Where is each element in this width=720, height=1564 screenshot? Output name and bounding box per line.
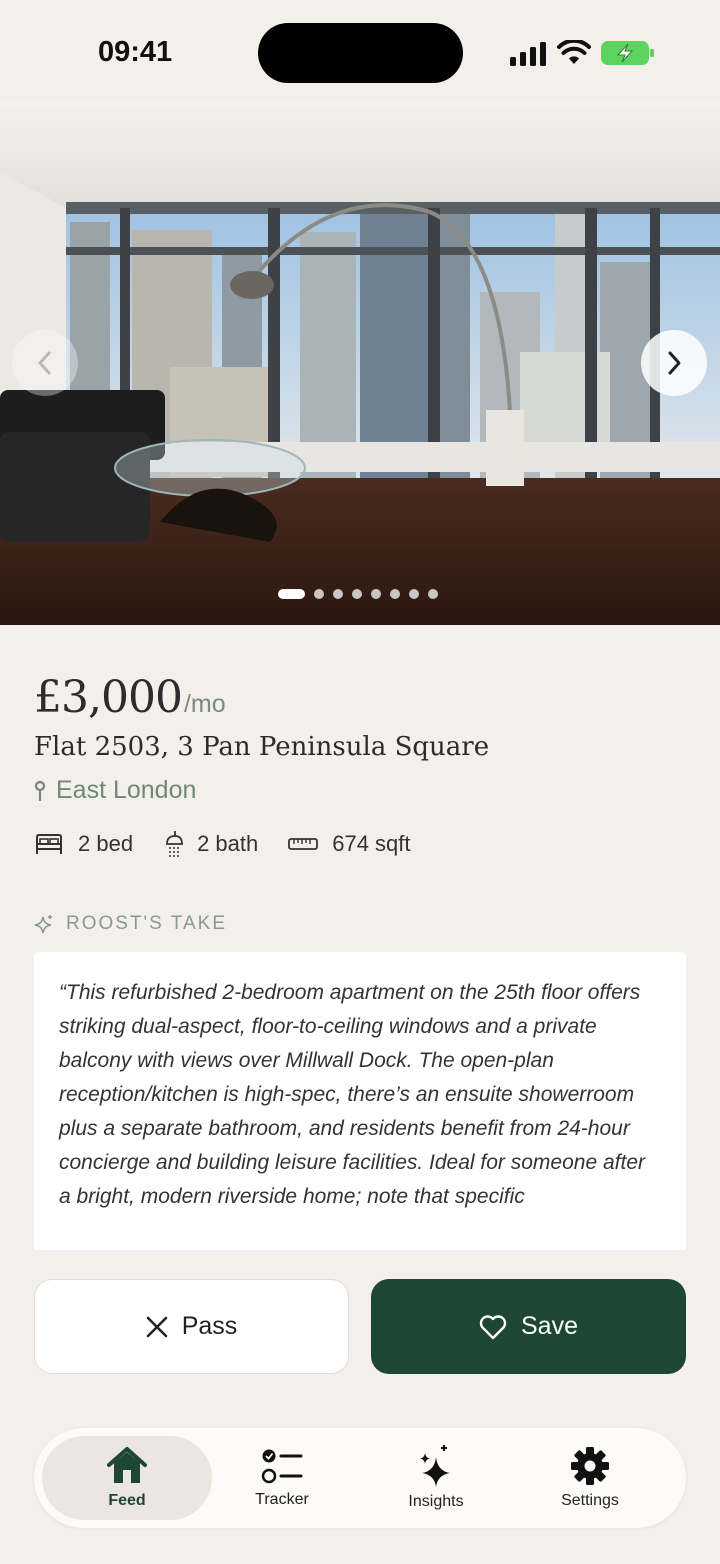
price-unit: /mo <box>183 690 226 718</box>
tab-settings-label: Settings <box>561 1492 619 1509</box>
area-label: East London <box>56 776 197 804</box>
tab-feed-label: Feed <box>108 1492 146 1509</box>
pagination-dot[interactable] <box>314 589 324 599</box>
pass-label: Pass <box>181 1312 238 1340</box>
pagination-dot[interactable] <box>409 589 419 599</box>
checklist-icon <box>261 1449 303 1484</box>
photo-pagination <box>278 589 438 599</box>
tab-bar: Feed Tracker Insights Settings <box>34 1428 686 1528</box>
status-time: 09:41 <box>98 36 173 68</box>
tab-tracker[interactable]: Tracker <box>197 1436 367 1520</box>
wifi-icon <box>557 40 591 64</box>
sparkle-icon <box>34 915 52 934</box>
chevron-right-icon <box>668 351 681 375</box>
bed-icon <box>36 834 62 854</box>
ruler-icon <box>288 838 319 850</box>
listing-address: Flat 2503, 3 Pan Peninsula Square <box>34 732 490 762</box>
location-pin-icon <box>34 780 46 801</box>
feature-size: 674 sqft <box>288 831 411 857</box>
pagination-dot[interactable] <box>278 589 305 599</box>
pagination-dot[interactable] <box>390 589 400 599</box>
close-icon <box>146 1316 168 1337</box>
tab-insights-label: Insights <box>408 1493 464 1510</box>
dynamic-island <box>258 23 463 83</box>
photo-gallery[interactable] <box>0 102 720 625</box>
sparkles-icon <box>420 1445 450 1487</box>
tab-insights[interactable]: Insights <box>351 1436 521 1520</box>
feature-baths: 2 bath <box>163 830 258 858</box>
tab-settings[interactable]: Settings <box>505 1436 675 1520</box>
gear-icon <box>571 1447 609 1485</box>
pass-button[interactable]: Pass <box>34 1279 349 1374</box>
pagination-dot[interactable] <box>371 589 381 599</box>
roosts-take-card[interactable]: “This refurbished 2-bedroom apartment on… <box>34 952 686 1250</box>
status-bar: 09:41 <box>0 0 720 102</box>
baths-label: 2 bath <box>197 831 259 856</box>
roosts-take-header: ROOST'S TAKE <box>34 913 227 935</box>
battery-charging-icon <box>601 41 654 65</box>
save-label: Save <box>521 1312 578 1340</box>
home-icon <box>107 1447 147 1483</box>
next-photo-button[interactable] <box>641 330 707 396</box>
roosts-take-text: “This refurbished 2-bedroom apartment on… <box>59 981 646 1208</box>
listing-photo <box>0 102 720 625</box>
shower-icon <box>166 831 183 857</box>
tab-tracker-label: Tracker <box>255 1491 309 1508</box>
price-row: £3,000 /mo <box>34 672 226 723</box>
tab-feed[interactable]: Feed <box>42 1436 212 1520</box>
listing-features: 2 bed 2 bath 674 sqft <box>34 830 441 858</box>
pagination-dot[interactable] <box>428 589 438 599</box>
cellular-signal-icon <box>510 42 546 66</box>
pagination-dot[interactable] <box>333 589 343 599</box>
pagination-dot[interactable] <box>352 589 362 599</box>
feature-beds: 2 bed <box>34 831 133 857</box>
roosts-take-label: ROOST'S TAKE <box>66 913 228 934</box>
previous-photo-button[interactable] <box>12 330 78 396</box>
save-button[interactable]: Save <box>371 1279 686 1374</box>
size-label: 674 sqft <box>332 831 411 856</box>
heart-icon <box>479 1314 507 1339</box>
beds-label: 2 bed <box>78 831 134 856</box>
chevron-left-icon <box>38 351 51 375</box>
listing-area: East London <box>34 776 196 805</box>
listing-price: £3,000 <box>34 672 183 723</box>
